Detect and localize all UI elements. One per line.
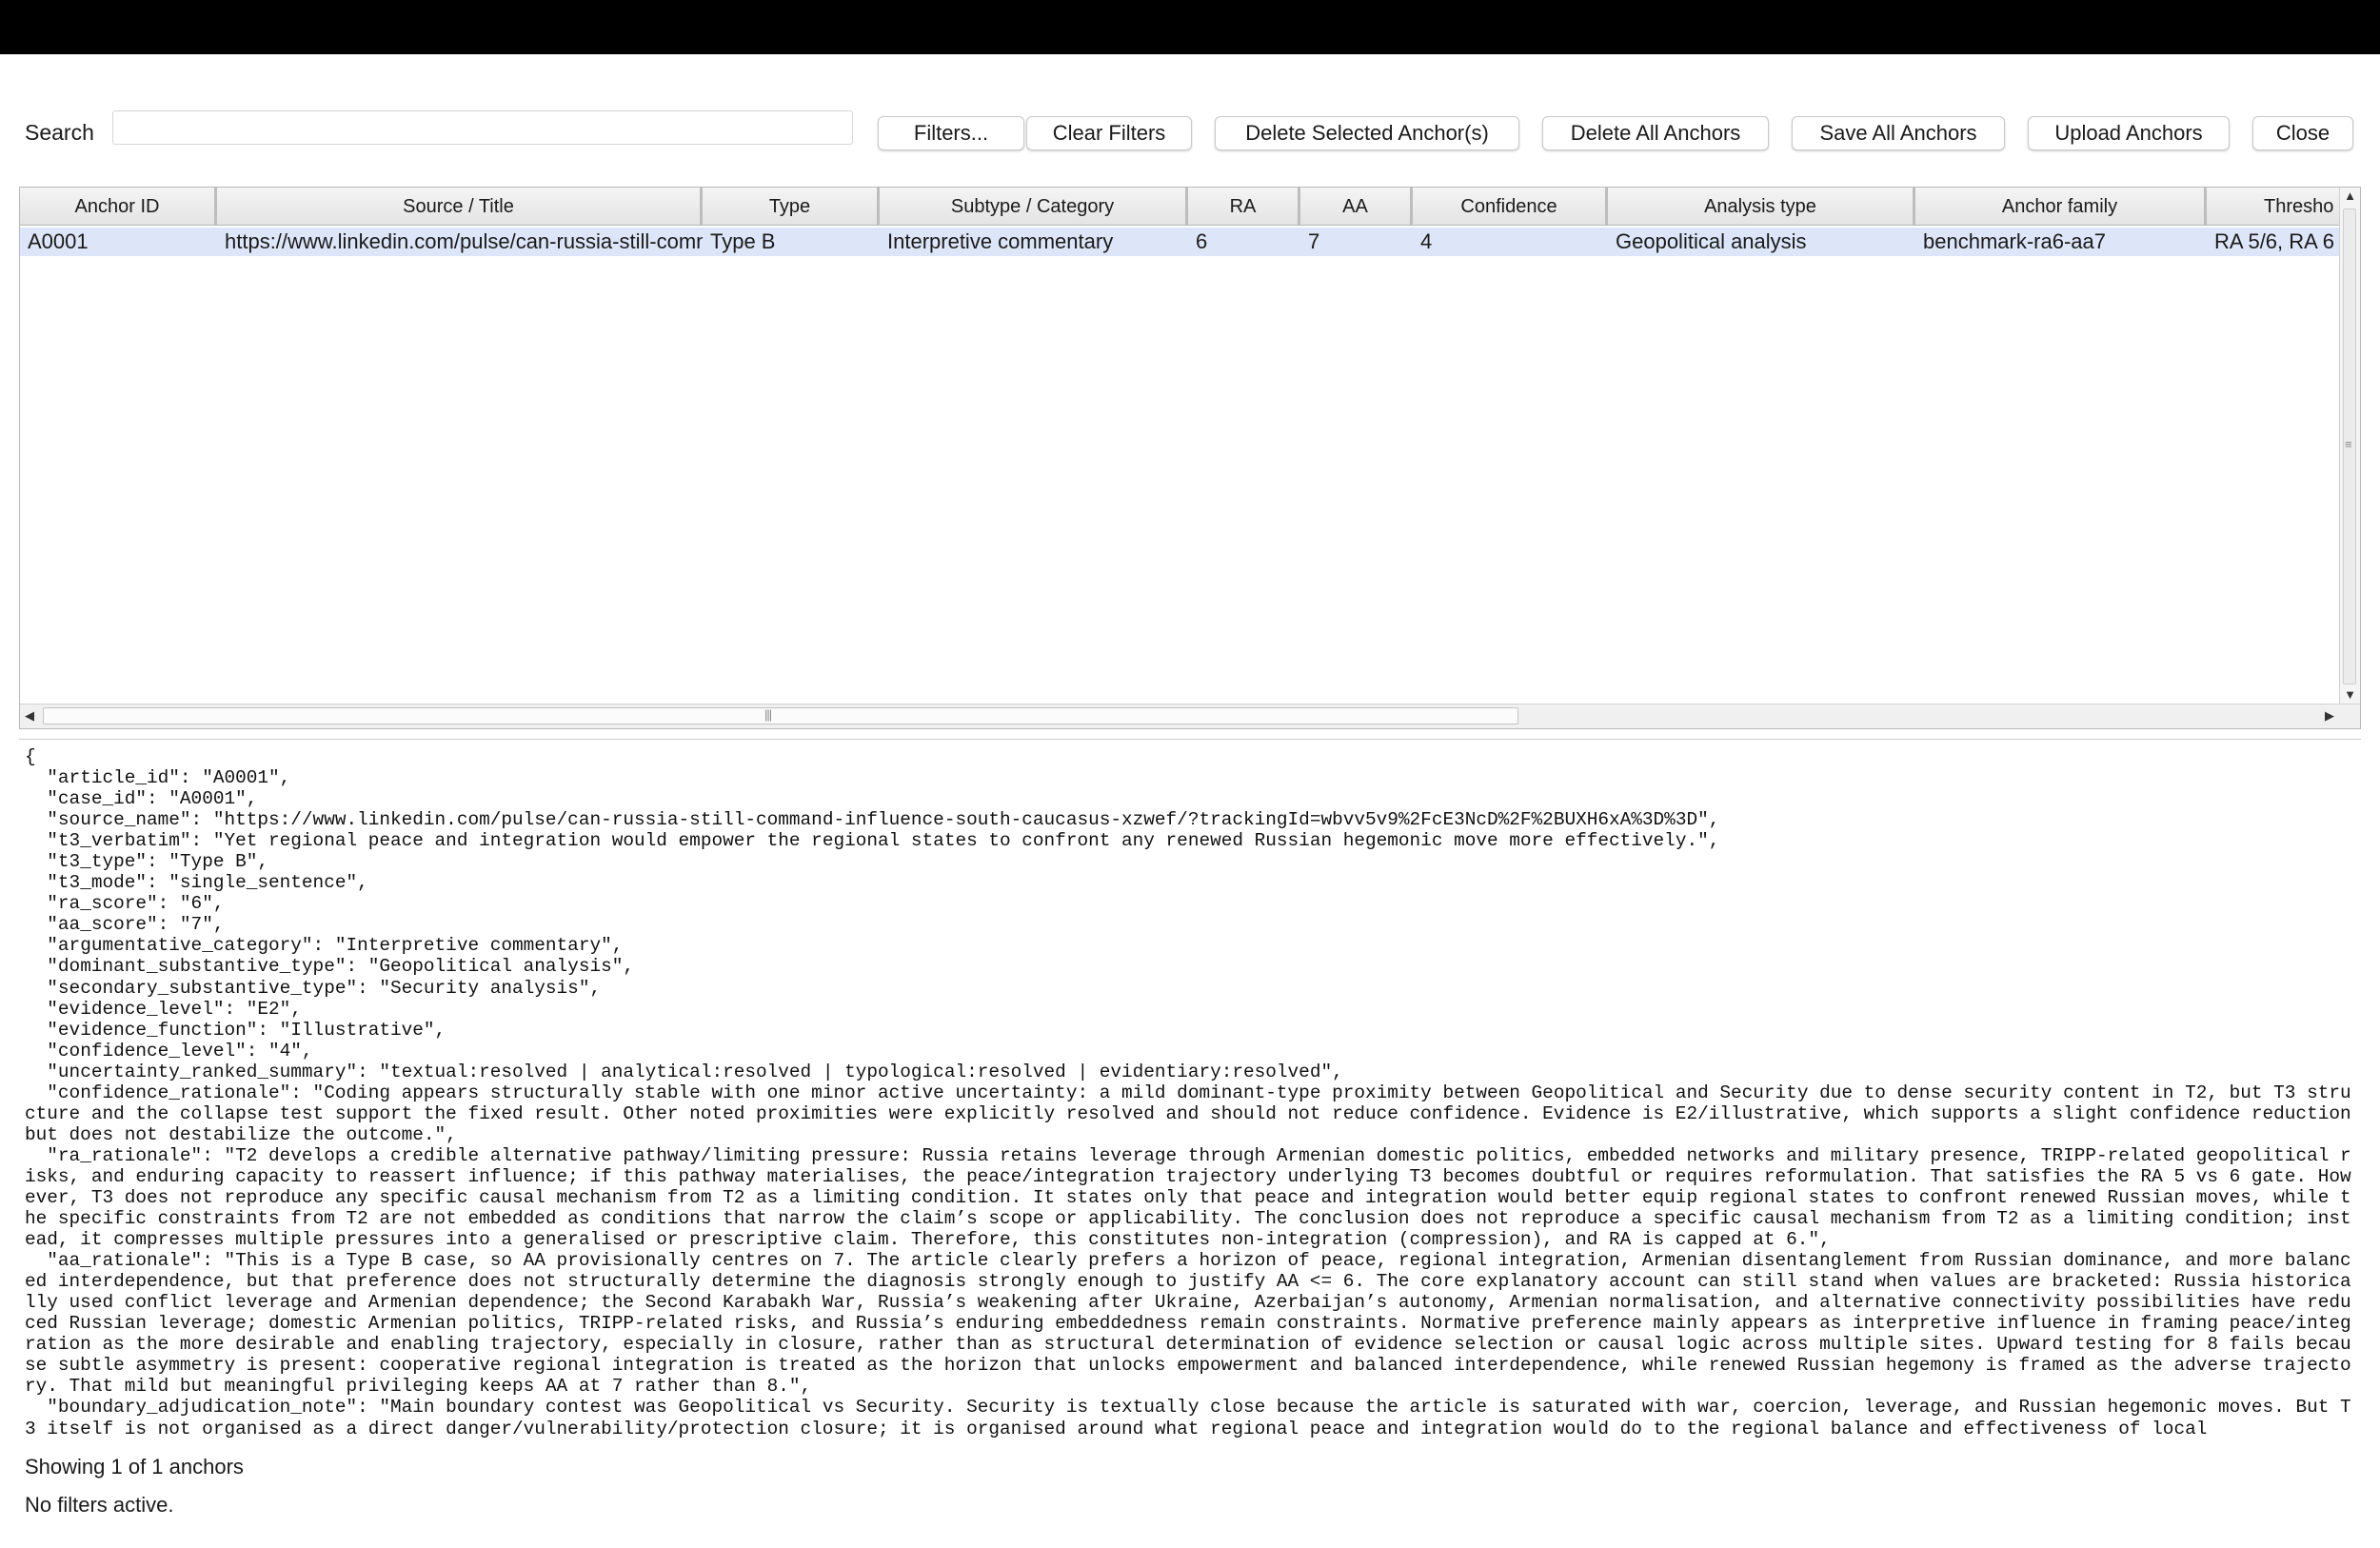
save-all-anchors-button[interactable]: Save All Anchors	[1792, 116, 2005, 150]
cell-confidence: 4	[1420, 229, 1433, 253]
table-header: Anchor ID Source / Title Type Subtype / …	[20, 188, 2342, 226]
column-header-subtype-category[interactable]: Subtype / Category	[880, 188, 1188, 226]
column-header-confidence[interactable]: Confidence	[1413, 188, 1608, 226]
column-header-analysis-type[interactable]: Analysis type	[1608, 188, 1915, 226]
table-row[interactable]: A0001 https://www.linkedin.com/pulse/can…	[20, 228, 2342, 256]
toolbar: Search Filters... Clear Filters Delete S…	[0, 107, 2380, 162]
showing-count-status: Showing 1 of 1 anchors	[25, 1455, 244, 1479]
window-titlebar	[0, 0, 2380, 54]
cell-ra: 6	[1196, 229, 1208, 253]
column-header-anchor-family[interactable]: Anchor family	[1915, 188, 2207, 226]
horizontal-scrollbar[interactable]: ◀ ||| ▶	[20, 704, 2360, 728]
clear-filters-button[interactable]: Clear Filters	[1026, 116, 1192, 150]
grip-icon: ≡	[2345, 437, 2352, 451]
delete-all-anchors-button[interactable]: Delete All Anchors	[1542, 116, 1769, 150]
scroll-up-arrow-icon[interactable]: ▲	[2340, 188, 2360, 205]
column-header-ra[interactable]: RA	[1188, 188, 1300, 226]
column-header-aa[interactable]: AA	[1300, 188, 1413, 226]
horizontal-scroll-thumb[interactable]	[43, 707, 1518, 724]
cell-analysis-type: Geopolitical analysis	[1616, 229, 1807, 253]
column-header-type[interactable]: Type	[703, 188, 880, 226]
grip-icon: |||	[764, 707, 772, 722]
anchors-table: Anchor ID Source / Title Type Subtype / …	[19, 187, 2361, 729]
column-header-threshold[interactable]: Thresho	[2207, 188, 2342, 226]
column-header-anchor-id[interactable]: Anchor ID	[20, 188, 217, 226]
cell-anchor-family: benchmark-ra6-aa7	[1923, 229, 2106, 253]
search-input[interactable]	[112, 110, 853, 145]
cell-aa: 7	[1308, 229, 1320, 253]
cell-anchor-id: A0001	[28, 229, 89, 253]
scroll-right-arrow-icon[interactable]: ▶	[2320, 705, 2339, 727]
upload-anchors-button[interactable]: Upload Anchors	[2028, 116, 2230, 150]
table-grid: Anchor ID Source / Title Type Subtype / …	[20, 188, 2342, 705]
scroll-left-arrow-icon[interactable]: ◀	[20, 705, 39, 727]
filter-status: No filters active.	[25, 1493, 174, 1517]
vertical-scrollbar[interactable]: ▲ ≡ ▼	[2339, 188, 2360, 705]
cell-threshold: RA 5/6, RA 6	[2214, 229, 2334, 253]
cell-source-title: https://www.linkedin.com/pulse/can-russi…	[225, 229, 703, 253]
cell-type: Type B	[710, 229, 776, 253]
column-header-source-title[interactable]: Source / Title	[217, 188, 703, 226]
cell-subtype-category: Interpretive commentary	[887, 229, 1114, 253]
delete-selected-anchors-button[interactable]: Delete Selected Anchor(s)	[1215, 116, 1519, 150]
anchor-detail-json[interactable]: { "article_id": "A0001", "case_id": "A00…	[25, 746, 2353, 1441]
divider	[19, 739, 2361, 740]
search-label: Search	[25, 120, 94, 145]
close-button[interactable]: Close	[2252, 116, 2353, 150]
scroll-down-arrow-icon[interactable]: ▼	[2340, 686, 2360, 704]
filters-button[interactable]: Filters...	[878, 116, 1024, 150]
